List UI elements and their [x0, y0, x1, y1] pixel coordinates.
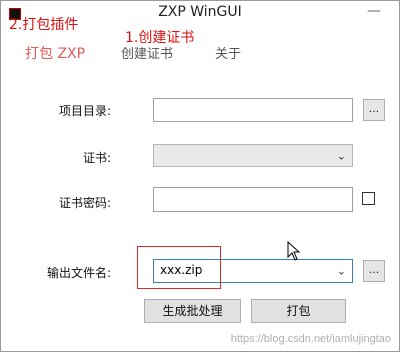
project-dir-browse-button[interactable]: ... [363, 99, 385, 121]
output-browse-button[interactable]: ... [363, 260, 385, 282]
tab-about[interactable]: 关于 [215, 43, 241, 62]
annotation-step2: 2.打包插件 [9, 17, 79, 33]
mouse-cursor-icon [287, 241, 301, 261]
show-password-checkbox[interactable] [362, 192, 375, 205]
chevron-down-icon: ⌄ [336, 149, 346, 162]
output-filename-label: 输出文件名: [46, 266, 111, 280]
generate-batch-button[interactable]: 生成批处理 [144, 299, 241, 323]
tab-create-cert[interactable]: 创建证书 [121, 43, 173, 62]
app-window: ZXP WinGUI — 2.打包插件 1.创建证书 打包 ZXP 创建证书 关… [0, 0, 400, 352]
tab-pack-zxp[interactable]: 打包 ZXP [25, 43, 85, 63]
minimize-button[interactable]: — [363, 3, 385, 21]
highlight-box [137, 246, 221, 289]
watermark: https://blog.csdn.net/iamlujingtao [230, 333, 391, 345]
chevron-down-icon: ⌄ [336, 264, 346, 278]
cert-password-label: 证书密码: [58, 196, 111, 210]
project-dir-label: 项目目录: [58, 104, 111, 118]
project-dir-input[interactable] [153, 98, 353, 122]
cert-label: 证书: [82, 151, 111, 165]
cert-password-input[interactable] [153, 187, 353, 212]
pack-button[interactable]: 打包 [251, 299, 346, 323]
cert-select[interactable]: ⌄ [153, 144, 353, 167]
